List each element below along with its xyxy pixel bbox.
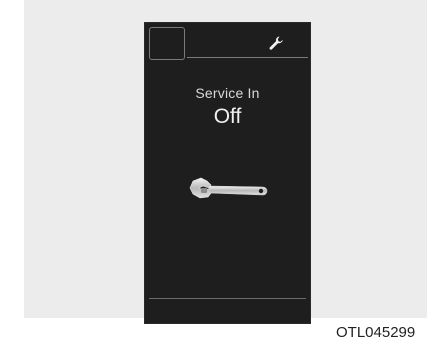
service-title: Service In [195,85,260,101]
footer-divider [149,298,306,299]
service-status-value: Off [213,105,242,128]
figure-code-label: OTL045299 [336,324,416,341]
wrench-icon [269,36,283,50]
figure-canvas: Service In Off OTL045299 [0,0,435,344]
cluster-display: Service In Off [144,22,311,324]
status-box [149,27,185,60]
adjustable-wrench-icon [189,177,268,199]
header-divider [187,57,308,58]
